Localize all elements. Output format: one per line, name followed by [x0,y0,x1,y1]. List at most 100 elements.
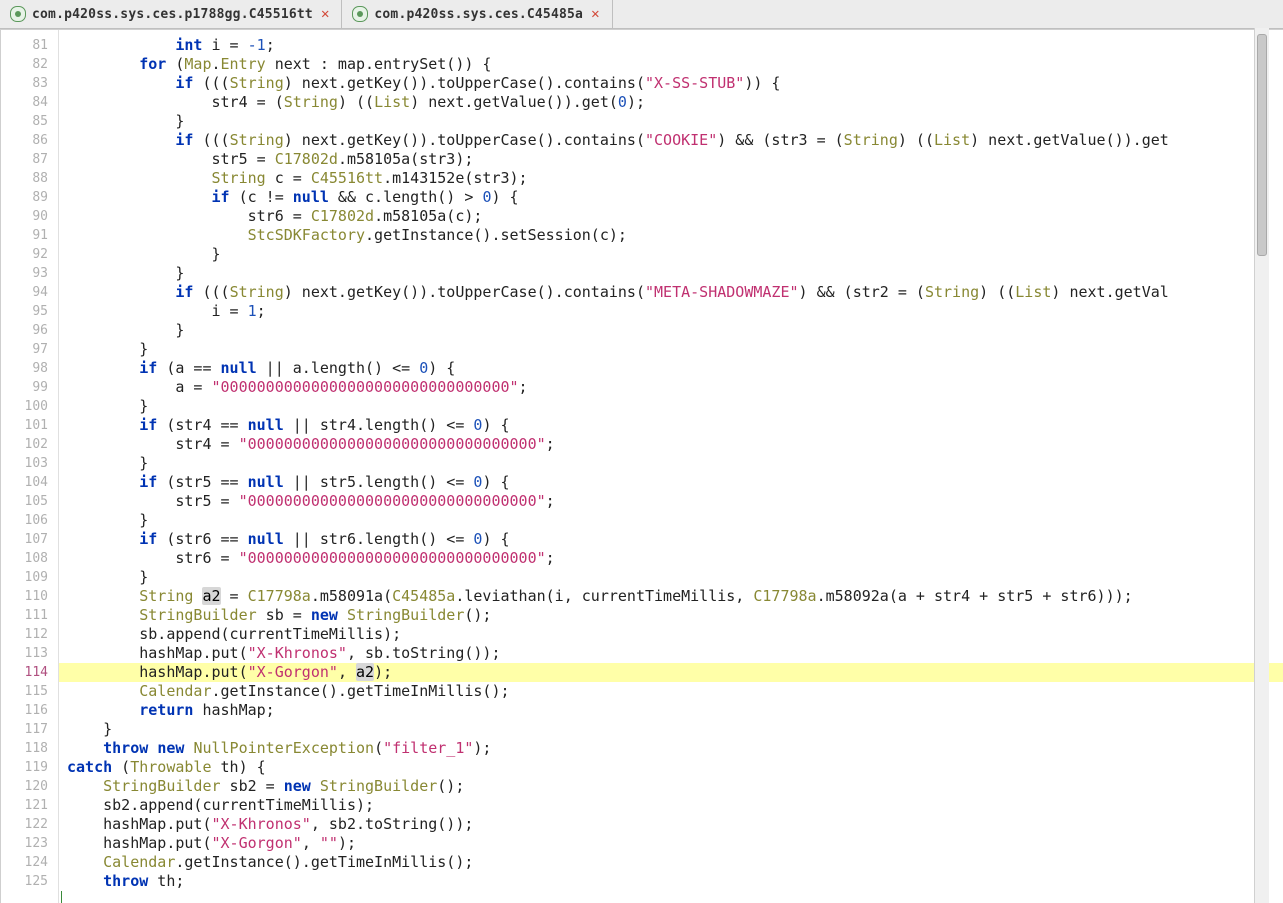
code-line[interactable]: String a2 = C17798a.m58091a(C45485a.levi… [59,587,1283,606]
code-line[interactable]: if (str5 == null || str5.length() <= 0) … [59,473,1283,492]
line-number: 102 [1,435,58,454]
code-line[interactable]: str5 = C17802d.m58105a(str3); [59,150,1283,169]
code-line[interactable]: if (a == null || a.length() <= 0) { [59,359,1283,378]
code-line[interactable]: hashMap.put("X-Gorgon", ""); [59,834,1283,853]
line-number: 111 [1,606,58,625]
code-line[interactable]: i = 1; [59,302,1283,321]
line-number: 87 [1,150,58,169]
line-number: 114 [1,663,58,682]
line-number: 88 [1,169,58,188]
code-content[interactable]: int i = -1; for (Map.Entry next : map.en… [59,30,1283,891]
java-class-icon [352,6,368,22]
code-line[interactable]: } [59,264,1283,283]
code-line[interactable]: throw th; [59,872,1283,891]
code-line[interactable]: } [59,397,1283,416]
tab-c45485a[interactable]: com.p420ss.sys.ces.C45485a ✕ [342,0,612,28]
line-number: 85 [1,112,58,131]
code-line[interactable]: str6 = "00000000000000000000000000000000… [59,549,1283,568]
editor-tab-bar: com.p420ss.sys.ces.p1788gg.C45516tt ✕ co… [0,0,1283,29]
tab-label: com.p420ss.sys.ces.p1788gg.C45516tt [32,7,313,22]
line-number: 118 [1,739,58,758]
code-line[interactable]: str4 = (String) ((List) next.getValue())… [59,93,1283,112]
line-number: 115 [1,682,58,701]
code-line[interactable]: } [59,245,1283,264]
line-number: 86 [1,131,58,150]
line-number: 122 [1,815,58,834]
code-line[interactable]: Calendar.getInstance().getTimeInMillis()… [59,682,1283,701]
code-line[interactable]: } [59,720,1283,739]
code-line[interactable]: str5 = "00000000000000000000000000000000… [59,492,1283,511]
close-icon[interactable]: ✕ [589,6,601,22]
code-line[interactable]: if (((String) next.getKey()).toUpperCase… [59,74,1283,93]
line-number: 82 [1,55,58,74]
code-line[interactable]: } [59,112,1283,131]
line-number: 124 [1,853,58,872]
line-number: 99 [1,378,58,397]
tab-c45516tt[interactable]: com.p420ss.sys.ces.p1788gg.C45516tt ✕ [0,0,342,28]
code-line[interactable]: for (Map.Entry next : map.entrySet()) { [59,55,1283,74]
code-line[interactable]: if (c != null && c.length() > 0) { [59,188,1283,207]
code-line[interactable]: } [59,454,1283,473]
line-number: 120 [1,777,58,796]
close-icon[interactable]: ✕ [319,6,331,22]
line-number: 107 [1,530,58,549]
line-number: 101 [1,416,58,435]
code-line[interactable]: if (str6 == null || str6.length() <= 0) … [59,530,1283,549]
code-line[interactable]: } [59,321,1283,340]
line-number-gutter: 8182838485868788899091929394959697989910… [1,30,59,903]
line-number: 105 [1,492,58,511]
line-number: 96 [1,321,58,340]
code-line[interactable]: sb2.append(currentTimeMillis); [59,796,1283,815]
java-class-icon [10,6,26,22]
line-number: 117 [1,720,58,739]
code-line[interactable]: str4 = "00000000000000000000000000000000… [59,435,1283,454]
code-line[interactable]: } [59,511,1283,530]
line-number: 93 [1,264,58,283]
editor-area: 8182838485868788899091929394959697989910… [0,29,1283,903]
line-number: 104 [1,473,58,492]
code-scroll-area[interactable]: int i = -1; for (Map.Entry next : map.en… [59,30,1283,903]
line-number: 109 [1,568,58,587]
code-line[interactable]: StcSDKFactory.getInstance().setSession(c… [59,226,1283,245]
line-number: 112 [1,625,58,644]
line-number: 100 [1,397,58,416]
line-number: 94 [1,283,58,302]
code-line[interactable]: str6 = C17802d.m58105a(c); [59,207,1283,226]
code-line[interactable]: if (((String) next.getKey()).toUpperCase… [59,131,1283,150]
code-line[interactable]: catch (Throwable th) { [59,758,1283,777]
line-number: 125 [1,872,58,891]
line-number: 110 [1,587,58,606]
code-line[interactable]: int i = -1; [59,36,1283,55]
code-line[interactable]: Calendar.getInstance().getTimeInMillis()… [59,853,1283,872]
code-line[interactable]: StringBuilder sb2 = new StringBuilder(); [59,777,1283,796]
code-line[interactable]: hashMap.put("X-Khronos", sb2.toString())… [59,815,1283,834]
line-number: 83 [1,74,58,93]
code-line[interactable]: } [59,568,1283,587]
code-line[interactable]: hashMap.put("X-Khronos", sb.toString()); [59,644,1283,663]
line-number: 119 [1,758,58,777]
line-number: 116 [1,701,58,720]
line-number: 121 [1,796,58,815]
code-line[interactable]: StringBuilder sb = new StringBuilder(); [59,606,1283,625]
line-number: 97 [1,340,58,359]
vertical-scrollbar[interactable] [1254,28,1269,903]
code-line[interactable]: a = "00000000000000000000000000000000"; [59,378,1283,397]
line-number: 95 [1,302,58,321]
code-line[interactable]: if (((String) next.getKey()).toUpperCase… [59,283,1283,302]
code-line[interactable]: return hashMap; [59,701,1283,720]
code-line[interactable]: hashMap.put("X-Gorgon", a2); [59,663,1283,682]
line-number: 84 [1,93,58,112]
code-line[interactable]: sb.append(currentTimeMillis); [59,625,1283,644]
code-line[interactable]: if (str4 == null || str4.length() <= 0) … [59,416,1283,435]
line-number: 113 [1,644,58,663]
line-number: 98 [1,359,58,378]
line-number: 103 [1,454,58,473]
code-line[interactable]: } [59,340,1283,359]
line-number: 106 [1,511,58,530]
code-line[interactable]: String c = C45516tt.m143152e(str3); [59,169,1283,188]
line-number: 89 [1,188,58,207]
code-line[interactable]: throw new NullPointerException("filter_1… [59,739,1283,758]
line-number: 92 [1,245,58,264]
line-number: 91 [1,226,58,245]
scrollbar-thumb[interactable] [1257,34,1267,256]
